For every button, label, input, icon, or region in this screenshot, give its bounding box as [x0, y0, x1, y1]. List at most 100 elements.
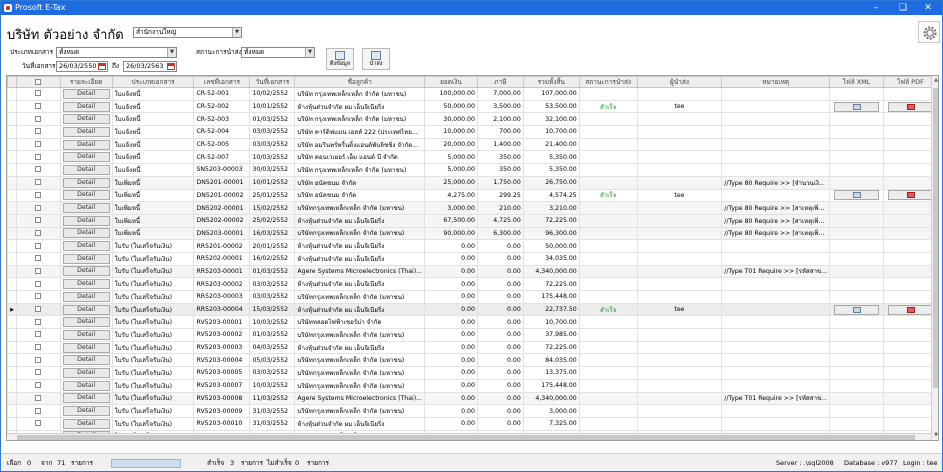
table-row[interactable]: Detail ใบแจ้งหนี้ CR-52-003 01/03/2552 บริษั… [7, 112, 938, 127]
row-checkbox[interactable] [35, 331, 42, 338]
row-checkbox-cell[interactable] [15, 378, 61, 393]
row-checkbox[interactable] [35, 306, 42, 313]
row-checkbox-cell[interactable] [15, 188, 61, 203]
select-all-header[interactable] [15, 76, 61, 88]
column-header-xml-file[interactable]: ไฟล์ XML [829, 76, 885, 88]
row-checkbox-cell[interactable] [15, 112, 61, 127]
detail-button[interactable]: Detail [62, 279, 110, 290]
row-checkbox-cell[interactable] [15, 163, 61, 177]
row-checkbox[interactable] [35, 90, 42, 97]
table-row[interactable]: Detail ใบแจ้งหนี้ CR-52-007 10/03/2552 บริษั… [7, 150, 938, 165]
row-checkbox[interactable] [35, 204, 42, 211]
detail-button[interactable]: Detail [62, 152, 110, 163]
detail-button[interactable]: Detail [62, 88, 110, 99]
row-checkbox-cell[interactable] [15, 99, 61, 114]
row-checkbox[interactable] [35, 267, 42, 274]
row-checkbox-cell[interactable] [15, 125, 61, 139]
column-header-doc-type[interactable]: ประเภทเอกสาร [111, 76, 195, 88]
detail-button[interactable]: Detail [62, 241, 110, 252]
detail-button[interactable]: Detail [62, 126, 110, 137]
row-checkbox-cell[interactable] [15, 353, 61, 368]
row-checkbox[interactable] [35, 166, 42, 173]
detail-button[interactable]: Detail [62, 139, 110, 150]
row-checkbox-cell[interactable] [15, 239, 61, 253]
row-checkbox-cell[interactable] [15, 264, 61, 279]
row-checkbox[interactable] [35, 229, 42, 236]
table-row[interactable]: Detail ใบรับ (ใบเสร็จรับเงิน) RV5203-00007… [7, 378, 938, 393]
table-row[interactable]: Detail ใบรับ (ใบเสร็จรับเงิน) RV5203-00003… [7, 340, 938, 355]
column-header-pdf-file[interactable]: ไฟล์ PDF [883, 76, 938, 88]
select-all-checkbox[interactable] [35, 79, 42, 85]
detail-button[interactable]: Detail [62, 215, 110, 226]
row-checkbox[interactable] [35, 280, 42, 287]
detail-button[interactable]: Detail [62, 304, 110, 315]
branch-select[interactable]: สำนักงานใหญ่ ▼ [133, 27, 242, 38]
row-checkbox[interactable] [35, 394, 42, 401]
column-header-tax[interactable]: ภาษี [476, 76, 524, 88]
doc-type-select[interactable]: ทั้งหมด ▼ [56, 47, 177, 58]
xml-file-button[interactable] [834, 304, 880, 315]
date-from-input[interactable]: 26/03/2550 [56, 61, 108, 72]
row-checkbox-cell[interactable] [15, 277, 61, 291]
column-header-note[interactable]: หมายเหตุ [721, 76, 831, 88]
table-row[interactable]: Detail ใบเพิ่มหนี้ DN5203-00001 16/03/2552 บ… [7, 226, 938, 241]
row-checkbox-cell[interactable] [15, 366, 61, 380]
row-checkbox[interactable] [35, 382, 42, 389]
close-icon[interactable]: ✕ [915, 1, 941, 15]
send-button[interactable]: นำส่ง [362, 48, 390, 70]
detail-button[interactable]: Detail [62, 418, 110, 429]
row-checkbox[interactable] [35, 128, 42, 135]
row-checkbox[interactable] [35, 255, 42, 262]
detail-button[interactable]: Detail [62, 355, 110, 366]
column-header-total[interactable]: รวมทั้งสิ้น [522, 76, 580, 88]
row-checkbox[interactable] [35, 318, 42, 325]
row-checkbox[interactable] [35, 242, 42, 249]
row-checkbox-cell[interactable] [15, 416, 61, 431]
table-row[interactable]: Detail ใบเพิ่มหนี้ DN5202-00001 15/02/2552 บ… [7, 201, 938, 215]
maximize-icon[interactable]: ❏ [890, 1, 916, 15]
table-row[interactable]: Detail ใบรับ (ใบเสร็จรับเงิน) RR5203-00003… [7, 290, 938, 304]
row-checkbox-cell[interactable] [15, 340, 61, 355]
detail-button[interactable]: Detail [62, 393, 110, 404]
column-header-doc-no[interactable]: เลขที่เอกสาร [193, 76, 251, 88]
row-checkbox-cell[interactable] [15, 150, 61, 165]
detail-button[interactable]: Detail [62, 177, 110, 188]
detail-button[interactable]: Detail [62, 164, 110, 175]
row-checkbox[interactable] [35, 191, 42, 198]
row-checkbox-cell[interactable] [15, 302, 61, 317]
detail-button[interactable]: Detail [62, 329, 110, 340]
detail-button[interactable]: Detail [62, 342, 110, 353]
calendar-icon[interactable] [98, 63, 106, 70]
table-row[interactable]: Detail ใบแจ้งหนี้ CR-52-002 10/01/2552 ห้างห… [7, 99, 938, 114]
row-checkbox[interactable] [35, 179, 42, 186]
row-checkbox[interactable] [35, 420, 42, 427]
table-row[interactable]: Detail ใบรับ (ใบเสร็จรับเงิน) RV5203-00004… [7, 353, 938, 368]
detail-button[interactable]: Detail [62, 266, 110, 277]
row-checkbox-cell[interactable] [15, 290, 61, 304]
fetch-data-button[interactable]: ดึงข้อมูล [326, 48, 354, 70]
detail-button[interactable]: Detail [62, 291, 110, 302]
row-checkbox-cell[interactable] [15, 175, 61, 190]
row-checkbox-cell[interactable] [15, 213, 61, 228]
detail-button[interactable]: Detail [62, 114, 110, 125]
detail-button[interactable]: Detail [62, 101, 110, 112]
table-row[interactable]: Detail ใบรับ (ใบเสร็จรับเงิน) RR5201-00002… [7, 239, 938, 253]
table-row[interactable]: Detail ใบแจ้งหนี้ CR-52-001 10/02/2552 บริษั… [7, 87, 938, 101]
table-row[interactable]: Detail ใบรับ (ใบเสร็จรับเงิน) RV5203-00005… [7, 366, 938, 380]
column-header-sender[interactable]: ผู้นำส่ง [636, 76, 723, 88]
scroll-down-icon[interactable]: ▼ [932, 431, 938, 440]
horizontal-scroll-thumb[interactable] [17, 435, 915, 440]
column-header-detail[interactable]: รายละเอียด [59, 76, 113, 88]
table-row[interactable]: Detail ใบรับ (ใบเสร็จรับเงิน) RV5203-00010… [7, 416, 938, 431]
row-checkbox[interactable] [35, 141, 42, 148]
row-checkbox[interactable] [35, 153, 42, 160]
table-row[interactable]: ▶ Detail ใบรับ (ใบเสร็จรับเงิน) RR5203-0000… [7, 302, 938, 317]
vertical-scrollbar[interactable]: ▲ ▼ [931, 76, 938, 440]
table-row[interactable]: Detail ใบแจ้งหนี้ CR-52-005 03/03/2552 บริษั… [7, 137, 938, 152]
detail-button[interactable]: Detail [62, 190, 110, 201]
table-row[interactable]: Detail ใบเพิ่มหนี้ DN5201-00002 25/01/2552 บ… [7, 188, 938, 203]
row-checkbox-cell[interactable] [15, 391, 61, 406]
table-row[interactable]: Detail ใบรับ (ใบเสร็จรับเงิน) RV5203-00001… [7, 315, 938, 330]
vertical-scroll-thumb[interactable] [933, 88, 938, 388]
date-to-input[interactable]: 26/03/2563 [123, 61, 177, 72]
